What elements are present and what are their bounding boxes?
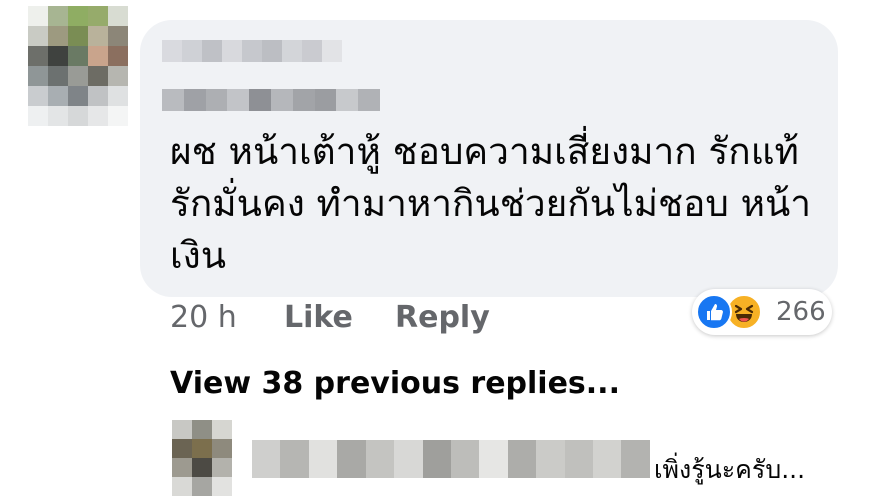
- pixel-block: [192, 458, 212, 477]
- reaction-count: 266: [776, 297, 826, 327]
- pixel-block: [172, 458, 192, 477]
- redaction-block: [249, 89, 271, 111]
- pixel-block: [88, 26, 108, 46]
- redaction-block: [308, 440, 338, 478]
- redaction-block: [358, 89, 380, 111]
- pixel-block: [88, 66, 108, 86]
- pixel-block: [28, 106, 48, 126]
- pixel-block: [108, 66, 128, 86]
- like-button[interactable]: Like: [284, 300, 353, 335]
- redaction-block: [450, 440, 480, 478]
- redaction-block: [593, 440, 622, 478]
- like-reaction-icon: [696, 294, 732, 330]
- redaction-block: [507, 440, 537, 478]
- pixel-block: [192, 439, 212, 458]
- pixel-block: [172, 477, 192, 496]
- reply-avatar[interactable]: [172, 420, 232, 496]
- view-previous-replies-link[interactable]: View 38 previous replies...: [170, 366, 620, 401]
- pixel-block: [212, 420, 232, 439]
- pixel-block: [68, 46, 88, 66]
- pixel-block: [48, 46, 68, 66]
- pixel-block: [48, 106, 68, 126]
- redaction-block: [292, 89, 315, 111]
- pixel-block: [88, 86, 108, 106]
- redaction-block: [394, 440, 423, 478]
- redaction-block: [422, 440, 451, 478]
- redaction-block: [621, 440, 650, 478]
- redaction-block: [280, 440, 309, 478]
- redaction-block: [222, 40, 242, 62]
- avatar[interactable]: [28, 6, 128, 126]
- pixel-block: [172, 420, 192, 439]
- redaction-block: [365, 440, 395, 478]
- pixel-block: [88, 6, 108, 26]
- redaction-block: [536, 440, 565, 478]
- pixel-block: [88, 106, 108, 126]
- redaction-block: [270, 89, 293, 111]
- reply-author-name-redacted[interactable]: [252, 440, 650, 478]
- redaction-block: [282, 40, 302, 62]
- pixel-block: [192, 477, 212, 496]
- pixel-block: [68, 26, 88, 46]
- pixel-block: [108, 26, 128, 46]
- pixel-block: [108, 106, 128, 126]
- pixel-block: [108, 6, 128, 26]
- pixel-block: [212, 439, 232, 458]
- pixel-block: [28, 26, 48, 46]
- comment-text-line: ผช หน้าเต้าหู้ ชอบความเสี่ยงมาก รักแท้: [170, 130, 799, 173]
- pixel-block: [212, 477, 232, 496]
- comment-timestamp[interactable]: 20 h: [170, 300, 237, 335]
- redaction-block: [202, 40, 222, 62]
- reactions-summary[interactable]: 266: [692, 289, 832, 335]
- redaction-block: [322, 40, 342, 62]
- pixel-block: [68, 106, 88, 126]
- pixel-block: [172, 439, 192, 458]
- redaction-block: [162, 89, 184, 111]
- redaction-block: [337, 440, 366, 478]
- redaction-block: [182, 40, 202, 62]
- author-name-redacted[interactable]: [162, 40, 342, 62]
- author-name-redacted-line2: [162, 89, 380, 111]
- redaction-block: [564, 440, 594, 478]
- pixel-block: [68, 86, 88, 106]
- pixel-block: [48, 6, 68, 26]
- pixel-block: [68, 6, 88, 26]
- comment-text: ผช หน้าเต้าหู้ ชอบความเสี่ยงมาก รักแท้ ร…: [170, 126, 830, 282]
- pixel-block: [108, 46, 128, 66]
- reply-button[interactable]: Reply: [395, 300, 490, 335]
- pixel-block: [192, 420, 212, 439]
- pixel-block: [108, 86, 128, 106]
- redaction-block: [162, 40, 182, 62]
- pixel-block: [28, 86, 48, 106]
- redaction-block: [314, 89, 337, 111]
- comment-text-line: รักมั่นคง ทำมาหากินช่วยกันไม่ชอบ หน้า: [170, 182, 812, 225]
- redaction-block: [302, 40, 322, 62]
- pixel-block: [88, 46, 108, 66]
- pixel-block: [48, 66, 68, 86]
- redaction-block: [252, 440, 281, 478]
- pixel-block: [28, 6, 48, 26]
- reply-snippet: เพิ่งรู้นะครับ...: [654, 455, 806, 484]
- pixel-block: [28, 46, 48, 66]
- pixel-block: [48, 26, 68, 46]
- pixel-block: [212, 458, 232, 477]
- pixel-block: [48, 86, 68, 106]
- redaction-block: [183, 89, 206, 111]
- redaction-block: [242, 40, 262, 62]
- pixel-block: [68, 66, 88, 86]
- redaction-block: [336, 89, 359, 111]
- redaction-block: [205, 89, 228, 111]
- redaction-block: [262, 40, 282, 62]
- pixel-block: [28, 66, 48, 86]
- comment-text-line: เงิน: [170, 234, 227, 277]
- redaction-block: [479, 440, 508, 478]
- redaction-block: [227, 89, 250, 111]
